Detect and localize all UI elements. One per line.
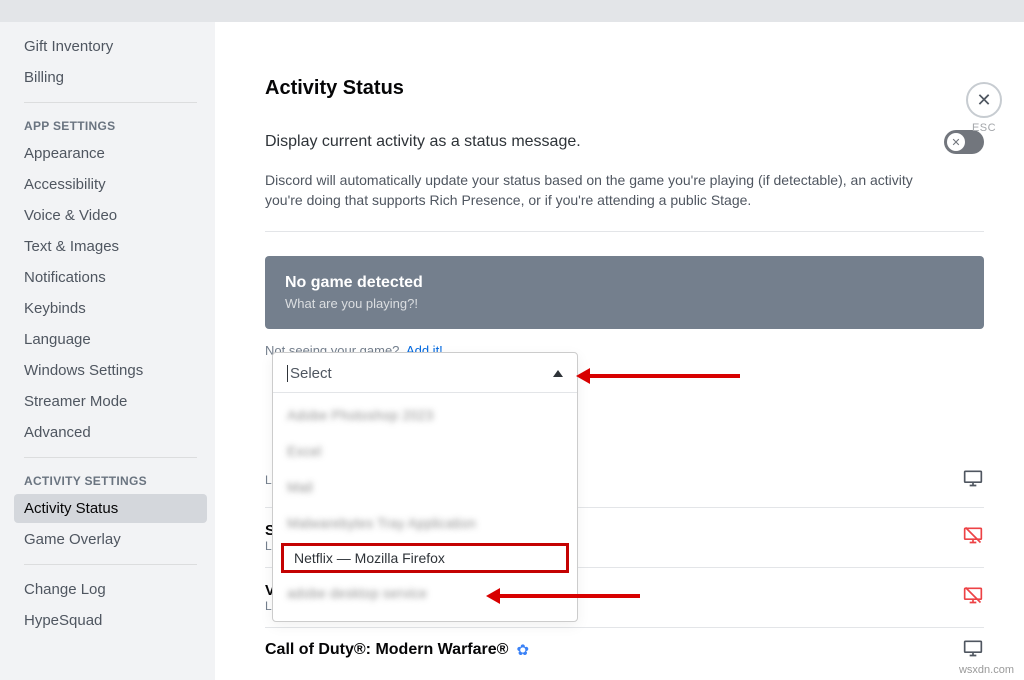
sidebar-item-streamer-mode[interactable]: Streamer Mode [14,387,207,416]
chevron-up-icon[interactable] [553,370,563,377]
divider [265,231,984,232]
dropdown-input[interactable]: Select [273,353,577,393]
monitor-off-icon[interactable] [962,525,984,550]
sidebar-item-keybinds[interactable]: Keybinds [14,294,207,323]
sidebar-item-hypesquad[interactable]: HypeSquad [14,606,207,635]
sidebar-item-activity-status[interactable]: Activity Status [14,494,207,523]
watermark: wsxdn.com [959,664,1014,676]
dropdown-option[interactable]: Excel [273,433,577,469]
verified-icon: ✿ [516,641,529,659]
game-entry-name: Call of Duty®: Modern Warfare® [265,641,508,659]
monitor-off-icon[interactable] [962,585,984,610]
dropdown-options: Adobe Photoshop 2023 Excel Mail Malwareb… [273,393,577,621]
sidebar-header-activity-settings: ACTIVITY SETTINGS [14,468,207,494]
sidebar-item-gift-inventory[interactable]: Gift Inventory [14,32,207,61]
sidebar-item-game-overlay[interactable]: Game Overlay [14,525,207,554]
monitor-icon[interactable] [962,468,984,493]
dropdown-placeholder: Select [287,365,332,382]
page-title: Activity Status [265,77,984,100]
divider [265,627,984,628]
monitor-icon[interactable] [962,638,984,663]
banner-subtitle: What are you playing?! [285,296,964,311]
sidebar-item-change-log[interactable]: Change Log [14,575,207,604]
sidebar-item-advanced[interactable]: Advanced [14,418,207,447]
display-activity-label: Display current activity as a status mes… [265,133,581,151]
game-select-dropdown[interactable]: Select Adobe Photoshop 2023 Excel Mail M… [272,352,578,622]
dropdown-option[interactable]: adobe desktop service [273,575,577,611]
toggle-knob-off-icon: ✕ [947,133,965,151]
dropdown-option[interactable]: Mail [273,469,577,505]
dropdown-option[interactable]: Adobe Photoshop 2023 [273,397,577,433]
sidebar-item-language[interactable]: Language [14,325,207,354]
no-game-banner: No game detected What are you playing?! [265,256,984,329]
dropdown-option-highlighted[interactable]: Netflix — Mozilla Firefox [281,543,569,573]
close-icon: ✕ [966,82,1002,118]
sidebar-item-voice-video[interactable]: Voice & Video [14,201,207,230]
banner-title: No game detected [285,274,964,292]
annotation-arrow [590,374,740,378]
settings-sidebar: Gift Inventory Billing APP SETTINGS Appe… [0,22,215,680]
dropdown-option[interactable]: Malwarebytes Tray Application [273,505,577,541]
sidebar-item-notifications[interactable]: Notifications [14,263,207,292]
sidebar-item-text-images[interactable]: Text & Images [14,232,207,261]
sidebar-item-accessibility[interactable]: Accessibility [14,170,207,199]
sidebar-header-app-settings: APP SETTINGS [14,113,207,139]
divider [24,457,197,458]
divider [24,102,197,103]
sidebar-item-windows-settings[interactable]: Windows Settings [14,356,207,385]
sidebar-item-appearance[interactable]: Appearance [14,139,207,168]
close-button[interactable]: ✕ ESC [966,82,1002,134]
esc-label: ESC [966,122,1002,134]
annotation-arrow [500,594,640,598]
sidebar-item-billing[interactable]: Billing [14,63,207,92]
window-title-bar [0,0,1024,22]
setting-note: Discord will automatically update your s… [265,170,925,211]
divider [24,564,197,565]
